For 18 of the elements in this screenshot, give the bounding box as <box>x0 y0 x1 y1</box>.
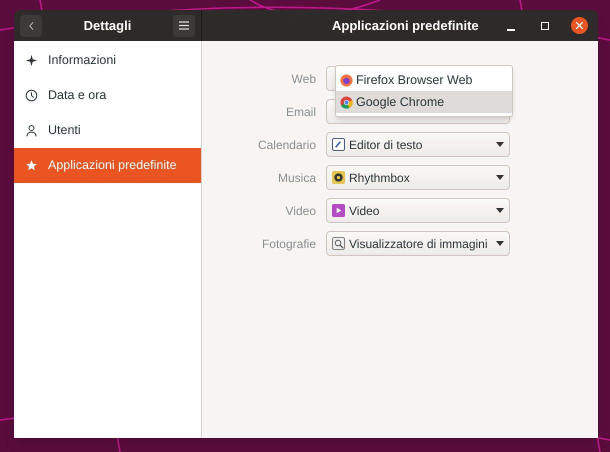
setting-label: Calendario <box>256 136 317 154</box>
sidebar-title: Dettagli <box>84 16 132 35</box>
setting-label: Fotografie <box>260 236 317 252</box>
sidebar-item[interactable]: Informazioni <box>14 43 201 78</box>
app-dropdown[interactable]: Visualizzatore di immagini <box>326 231 510 256</box>
sidebar-item[interactable]: Utenti <box>14 113 201 148</box>
sidebar-item[interactable]: Applicazioni predefinite <box>14 148 201 183</box>
menu-item[interactable]: Firefox Browser Web <box>336 69 512 91</box>
setting-label: Video <box>284 202 317 220</box>
app-dropdown[interactable]: Editor di testo <box>326 132 510 157</box>
setting-label: Email <box>284 104 317 120</box>
setting-label: Musica <box>276 170 317 186</box>
menu-item[interactable]: Google Chrome <box>336 91 512 113</box>
app-dropdown[interactable]: Video <box>326 198 510 223</box>
window-title: Applicazioni predefinite <box>332 16 479 35</box>
setting-label: Web <box>290 70 317 88</box>
app-dropdown[interactable]: Rhythmbox <box>326 165 510 190</box>
sidebar-item[interactable]: Data e ora <box>14 78 201 113</box>
